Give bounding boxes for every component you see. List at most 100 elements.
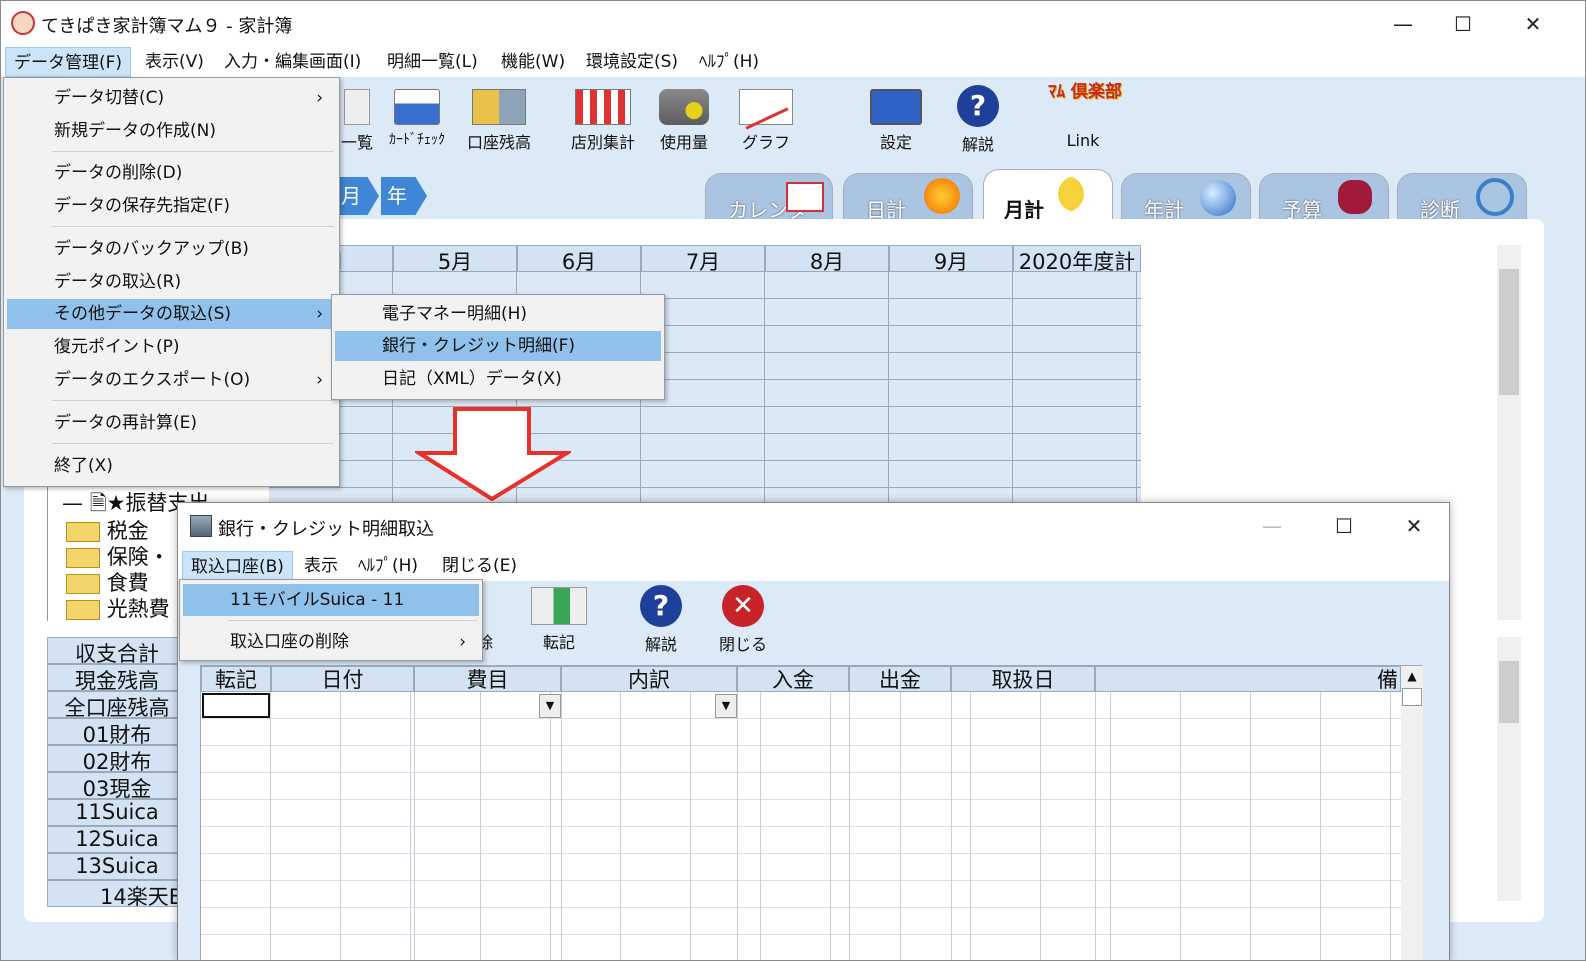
grid-scrollbar[interactable]: ▲: [1401, 666, 1423, 960]
bank-credit-import-dialog: 銀行・クレジット明細取込 — ☐ ✕ 取込口座(B) 表示 ﾍﾙﾌﾟ(H) 閉じ…: [177, 502, 1450, 960]
menu-settings[interactable]: 環境設定(S): [578, 47, 686, 77]
category-dropdown-button[interactable]: ▼: [539, 694, 561, 718]
summary-row: 03現金: [47, 772, 187, 801]
dialog-minimize-button[interactable]: —: [1242, 509, 1302, 543]
grid-col-lines: [561, 692, 562, 960]
scroll-thumb[interactable]: [1499, 269, 1519, 395]
tab-calendar[interactable]: カレンダ: [705, 173, 833, 225]
tab-monthly[interactable]: 月計: [983, 169, 1113, 225]
toolbar-usage-button[interactable]: 使用量: [651, 89, 717, 153]
dialog-help-button[interactable]: ? 解説: [628, 585, 694, 655]
dialog-menu-import-account[interactable]: 取込口座(B): [182, 551, 293, 581]
scroll-up-arrow-icon[interactable]: ▲: [1401, 666, 1423, 686]
grid-col-lines: [849, 692, 850, 960]
toolbar-card-check-button[interactable]: ｶｰﾄﾞﾁｪｯｸ: [381, 89, 453, 149]
summary-row: 11Suica: [47, 799, 187, 826]
tree-item[interactable]: 光熱費: [66, 593, 170, 623]
tab-budget[interactable]: 予算: [1259, 173, 1389, 225]
menu-item-save-location[interactable]: データの保存先指定(F): [4, 191, 339, 221]
month-col-header: 7月: [641, 245, 765, 274]
menu-input-edit[interactable]: 入力・編集画面(I): [216, 47, 369, 77]
toolbar-list-button[interactable]: 一覧: [337, 89, 377, 153]
menu-item-restore-point[interactable]: 復元ポイント(P): [4, 332, 339, 362]
maximize-button[interactable]: ☐: [1433, 7, 1493, 41]
scroll-thumb[interactable]: [1402, 688, 1422, 706]
submenu-arrow-icon: ›: [316, 304, 323, 324]
menu-item-switch-data[interactable]: データ切替(C) ›: [4, 83, 339, 113]
grid-header: 費目: [414, 666, 561, 692]
dialog-menu-close[interactable]: 閉じる(E): [434, 551, 525, 581]
menu-item-import-data[interactable]: データの取込(R): [4, 267, 339, 297]
account-item-delete[interactable]: 取込口座の削除 ›: [180, 626, 482, 658]
account-item-mobile-suica[interactable]: 11モバイルSuica - 11: [183, 584, 479, 616]
toolbar-settings-button[interactable]: 設定: [863, 89, 929, 153]
sun-icon: [924, 178, 960, 214]
summary-row: 14楽天E: [47, 880, 187, 907]
dialog-transfer-button[interactable]: 転記: [526, 587, 592, 653]
menu-help[interactable]: ﾍﾙﾌﾟ(H): [691, 47, 767, 77]
close-button[interactable]: ✕: [1503, 7, 1563, 41]
grid-col-lines: [737, 692, 738, 960]
summary-row: 収支合計: [47, 637, 187, 666]
menu-separator: [52, 400, 334, 401]
menu-item-export[interactable]: データのエクスポート(O) ›: [4, 365, 339, 395]
list-icon: [344, 89, 370, 125]
menu-view[interactable]: 表示(V): [137, 47, 212, 77]
toolbar-graph-button[interactable]: グラフ: [733, 89, 799, 153]
summary-row: 現金残高: [47, 664, 187, 693]
grid-active-cell[interactable]: [202, 693, 270, 718]
menu-item-new-data[interactable]: 新規データの作成(N): [4, 116, 339, 146]
graph-icon: [739, 89, 793, 130]
submenu-arrow-icon: ›: [316, 88, 323, 108]
tab-yearly[interactable]: 年計: [1121, 173, 1251, 225]
folder-icon: [66, 548, 100, 568]
menu-separator: [52, 443, 334, 444]
toolbar-store-summary-button[interactable]: 店別集計: [565, 89, 641, 153]
toolbar-account-balance-button[interactable]: 口座残高: [461, 89, 537, 153]
tab-diagnosis[interactable]: 診断: [1397, 173, 1527, 225]
month-col-header: 9月: [889, 245, 1013, 274]
detail-dropdown-button[interactable]: ▼: [715, 694, 737, 718]
globe-icon: [1200, 180, 1236, 216]
menu-detail-list[interactable]: 明細一覧(L): [379, 47, 486, 77]
card-check-icon: [394, 89, 440, 125]
minimize-button[interactable]: —: [1373, 7, 1433, 41]
menu-item-backup[interactable]: データのバックアップ(B): [4, 234, 339, 264]
stethoscope-icon: [1476, 178, 1514, 216]
submenu-item-emoney[interactable]: 電子マネー明細(H): [332, 299, 662, 329]
grid-header: 転記: [201, 666, 271, 692]
help-icon: ?: [640, 585, 682, 627]
down-arrow-annotation: [415, 407, 571, 502]
dialog-menu-view[interactable]: 表示: [296, 551, 346, 581]
month-col-header: 5月: [393, 245, 517, 274]
lower-scrollbar[interactable]: [1497, 637, 1521, 901]
nav-year-button[interactable]: 年: [381, 177, 427, 215]
menu-item-delete-data[interactable]: データの削除(D): [4, 158, 339, 188]
submenu-arrow-icon: ›: [316, 370, 323, 390]
import-other-submenu: 電子マネー明細(H) 銀行・クレジット明細(F) 日記（XML）データ(X): [331, 294, 665, 400]
menu-functions[interactable]: 機能(W): [493, 47, 573, 77]
scroll-thumb[interactable]: [1499, 661, 1519, 723]
dialog-title: 銀行・クレジット明細取込: [218, 519, 434, 540]
toolbar-help-button[interactable]: ? 解説: [945, 85, 1011, 155]
dialog-maximize-button[interactable]: ☐: [1314, 509, 1374, 543]
dialog-close-tool-button[interactable]: ✕ 閉じる: [710, 585, 776, 655]
menu-data-management[interactable]: データ管理(F): [5, 47, 132, 77]
grid-col-lines: [414, 692, 415, 960]
faucet-icon: [659, 89, 709, 125]
dialog-close-button[interactable]: ✕: [1384, 509, 1444, 543]
dialog-menu-help[interactable]: ﾍﾙﾌﾟ(H): [350, 551, 426, 581]
menu-item-exit[interactable]: 終了(X): [4, 451, 339, 481]
dialog-menu-bar: 取込口座(B) 表示 ﾍﾙﾌﾟ(H) 閉じる(E): [178, 549, 1449, 581]
summary-row: 全口座残高: [47, 691, 187, 720]
month-col-header: 6月: [517, 245, 641, 274]
submenu-item-bank-credit[interactable]: 銀行・クレジット明細(F): [335, 331, 661, 361]
toolbar-club-link-button[interactable]: ﾏﾑ 倶楽部 Link: [1041, 81, 1125, 150]
vertical-scrollbar[interactable]: [1497, 245, 1521, 620]
menu-separator: [52, 151, 334, 152]
tab-daily[interactable]: 日計: [843, 173, 973, 225]
data-management-menu: データ切替(C) › 新規データの作成(N) データの削除(D) データの保存先指…: [3, 77, 340, 487]
submenu-item-diary-xml[interactable]: 日記（XML）データ(X): [332, 364, 662, 394]
menu-item-import-other[interactable]: その他データの取込(S) ›: [7, 299, 336, 329]
menu-item-recalculate[interactable]: データの再計算(E): [4, 408, 339, 438]
